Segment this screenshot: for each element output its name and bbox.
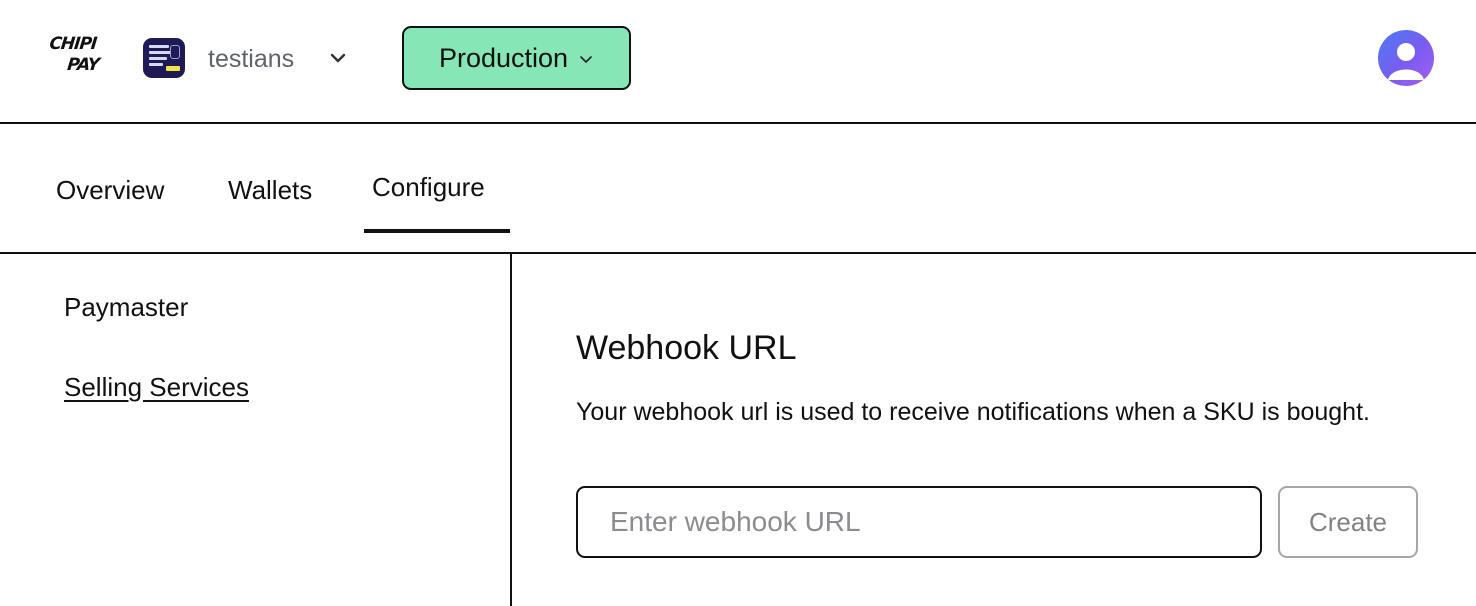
project-thumbnail-icon[interactable] [143, 38, 185, 78]
sidebar-item-paymaster[interactable]: Paymaster [64, 291, 188, 323]
logo-line-2: PAY [66, 55, 100, 75]
webhook-description: Your webhook url is used to receive noti… [576, 398, 1370, 426]
main-tabs: Overview Wallets Configure [0, 124, 1476, 254]
environment-selector-button[interactable]: Production [402, 26, 631, 90]
project-name[interactable]: testians [208, 44, 294, 74]
webhook-url-input[interactable] [576, 486, 1262, 558]
logo-line-1: CHIPI [48, 34, 98, 54]
page-title: Webhook URL [576, 329, 797, 367]
environment-label: Production [438, 43, 569, 73]
user-icon [1388, 43, 1424, 80]
tab-configure[interactable]: Configure [372, 171, 485, 203]
tab-wallets[interactable]: Wallets [228, 174, 312, 206]
sidebar-item-selling-services[interactable]: Selling Services [64, 371, 249, 403]
create-button[interactable]: Create [1278, 486, 1418, 558]
main-content: Webhook URL Your webhook url is used to … [512, 254, 1476, 606]
chipi-pay-logo[interactable]: CHIPI PAY [45, 34, 102, 82]
configure-sidebar: Paymaster Selling Services [0, 254, 512, 606]
top-header: CHIPI PAY testians Production [0, 0, 1476, 124]
user-avatar[interactable] [1378, 30, 1434, 86]
chevron-down-icon[interactable] [328, 48, 348, 68]
active-tab-indicator [364, 229, 510, 233]
chevron-down-icon [580, 56, 592, 63]
tab-overview[interactable]: Overview [56, 174, 164, 206]
